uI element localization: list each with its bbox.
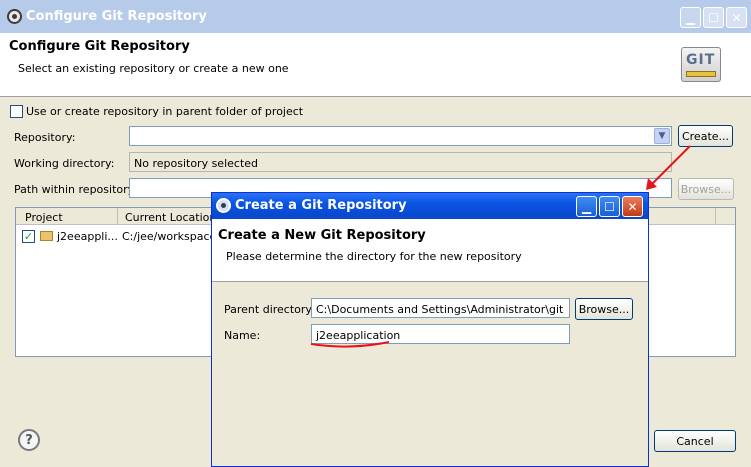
close-button[interactable]: ✕ [726,7,747,28]
row-location[interactable]: C:/jee/workspace/ [122,230,220,243]
wizard-subtitle: Select an existing repository or create … [18,62,289,75]
minimize-icon: ▁ [581,199,592,214]
help-icon[interactable]: ? [18,429,40,451]
maximize-icon: ☐ [604,199,615,214]
repository-label: Repository: [14,131,76,144]
dialog-header-subtitle: Please determine the directory for the n… [226,250,522,263]
dialog-header-title: Create a New Git Repository [218,228,426,243]
git-logo-text: GIT [686,52,716,68]
parent-directory-label: Parent directory: [224,303,315,316]
git-logo-bar [686,71,716,77]
eclipse-icon [7,9,22,24]
repository-combo[interactable] [129,126,672,146]
working-directory-label: Working directory: [14,157,115,170]
column-header-project[interactable]: Project [25,211,63,224]
minimize-button[interactable]: ▁ [680,7,701,28]
dialog-minimize-button[interactable]: ▁ [576,196,597,217]
dialog-maximize-button[interactable]: ☐ [599,196,620,217]
parent-folder-label: Use or create repository in parent folde… [26,105,304,118]
minimize-icon: ▁ [685,10,696,25]
name-label: Name: [224,329,261,342]
maximize-button[interactable]: ☐ [703,7,724,28]
close-icon: ✕ [731,10,742,25]
create-button[interactable]: Create... [678,125,733,147]
main-window-title: Configure Git Repository [26,9,207,24]
combo-arrow-icon[interactable]: ▼ [654,128,670,144]
close-icon: ✕ [627,199,638,214]
folder-icon [40,231,53,241]
parent-directory-value: C:\Documents and Settings\Administrator\… [316,303,564,316]
browse-button-main[interactable]: Browse... [678,178,734,200]
wizard-title: Configure Git Repository [9,39,190,54]
cancel-button[interactable]: Cancel [654,430,736,452]
working-directory-value: No repository selected [134,157,259,170]
eclipse-icon [216,198,231,213]
row-checkbox[interactable]: ✓ [22,230,35,243]
column-divider [715,208,716,225]
parent-folder-checkbox[interactable] [10,105,23,118]
path-within-label: Path within repository: [14,183,138,196]
row-project[interactable]: j2eeappli... [57,230,118,243]
name-value: j2eeapplication [316,329,401,342]
maximize-icon: ☐ [708,10,719,25]
dialog-title: Create a Git Repository [235,198,407,213]
column-header-location[interactable]: Current Location [125,211,216,224]
dialog-close-button[interactable]: ✕ [622,196,643,217]
browse-button-dialog[interactable]: Browse... [575,298,633,320]
column-divider [117,208,118,225]
